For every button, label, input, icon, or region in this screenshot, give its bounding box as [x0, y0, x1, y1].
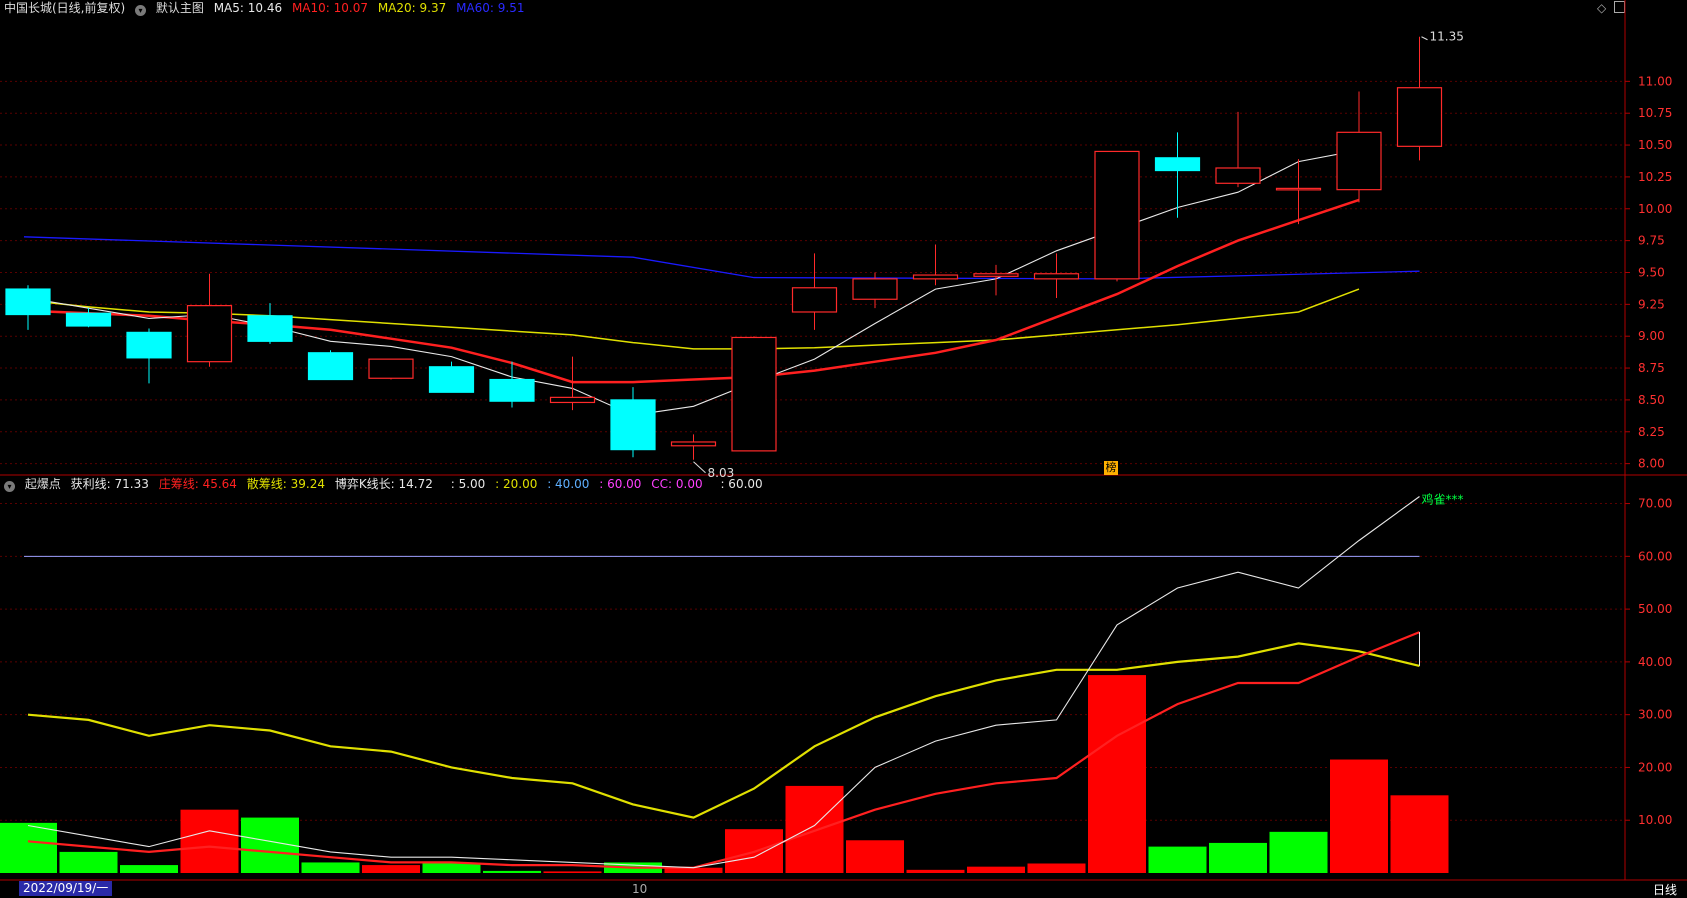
y-tick-label: 10.50 [1638, 138, 1672, 152]
indicator-bar [1088, 675, 1146, 873]
candle-body [1336, 131, 1382, 191]
indicator-bar [483, 870, 541, 873]
signal-label: 鸡雀*** [1422, 492, 1464, 507]
y-tick-label: 9.25 [1638, 297, 1665, 311]
y-tick-label: 10.00 [1638, 813, 1672, 827]
y-tick-label: 60.00 [1638, 549, 1672, 563]
y-tick-label: 8.00 [1638, 457, 1665, 471]
retail-line [27, 642, 1420, 819]
high-price-label: 11.35 [1430, 30, 1464, 44]
indicator-bar [1148, 846, 1207, 873]
candle-body [1094, 150, 1140, 280]
candle-body [791, 287, 838, 313]
candle-body [1154, 157, 1201, 172]
y-tick-label: 20.00 [1638, 760, 1672, 774]
y-tick-label: 50.00 [1638, 602, 1672, 616]
candle-body [1396, 87, 1443, 147]
candle-body [912, 274, 959, 280]
candle-body [1275, 187, 1322, 191]
indicator-bar [1269, 831, 1328, 873]
y-tick-label: 10.00 [1638, 202, 1672, 216]
candle-body [731, 336, 777, 452]
y-tick-label: 8.50 [1638, 393, 1665, 407]
candle-body [549, 396, 596, 404]
y-tick-label: 40.00 [1638, 655, 1672, 669]
indicator-bar [906, 869, 965, 873]
indicator-bar [785, 785, 844, 873]
indicator-bar [1330, 759, 1388, 873]
candle-body [368, 358, 414, 379]
candle-body [670, 441, 717, 447]
y-tick-label: 9.00 [1638, 329, 1665, 343]
indicator-bar [1209, 842, 1267, 873]
ranking-badge[interactable]: 榜 [1104, 461, 1118, 475]
candle-body [5, 288, 51, 316]
y-tick-label: 8.25 [1638, 425, 1665, 439]
low-arrow [693, 461, 706, 474]
candle-body [247, 315, 293, 342]
y-tick-label: 11.00 [1638, 74, 1672, 88]
indicator-bar [1390, 795, 1449, 873]
candle-body [186, 305, 233, 363]
candle-body [610, 399, 656, 451]
candle-body [307, 352, 354, 381]
period-selector[interactable]: 日线 [1653, 881, 1677, 898]
indicator-bar [362, 865, 420, 873]
indicator-bar [846, 840, 904, 873]
indicator-bar [59, 851, 118, 873]
candle-body [428, 366, 475, 393]
stock-chart[interactable]: 8.00 8.25 8.50 8.75 9.00 9.25 9.50 9.75 10.00 10.… [0, 0, 1687, 896]
indicator-bar [301, 862, 360, 873]
indicator-bar [967, 866, 1025, 873]
indicator-bar [1027, 863, 1086, 873]
high-arrow [1421, 36, 1428, 41]
x-tick-month: 10 [632, 882, 648, 896]
y-tick-label: 9.50 [1638, 265, 1665, 279]
indicator-bar [180, 809, 239, 873]
indicator-bar [0, 822, 57, 873]
indicator-bar [422, 863, 481, 873]
y-tick-label: 9.75 [1638, 234, 1665, 248]
candle-body [1215, 167, 1261, 184]
candle-body [1033, 273, 1080, 280]
candle-body [489, 378, 535, 402]
candle-body [65, 312, 112, 327]
y-tick-label: 70.00 [1638, 497, 1672, 511]
y-tick-label: 10.75 [1638, 106, 1672, 120]
ma5-line [27, 149, 1360, 416]
candle-body [973, 273, 1019, 277]
indicator-bar [120, 865, 178, 873]
y-tick-label: 30.00 [1638, 708, 1672, 722]
candle-body [852, 278, 898, 300]
low-price-label: 8.03 [708, 466, 735, 480]
y-tick-label: 8.75 [1638, 361, 1665, 375]
y-tick-label: 10.25 [1638, 170, 1672, 184]
indicator-bar [543, 871, 602, 873]
cursor-date: 2022/09/19/一 [19, 881, 113, 896]
candle-body [126, 331, 172, 359]
